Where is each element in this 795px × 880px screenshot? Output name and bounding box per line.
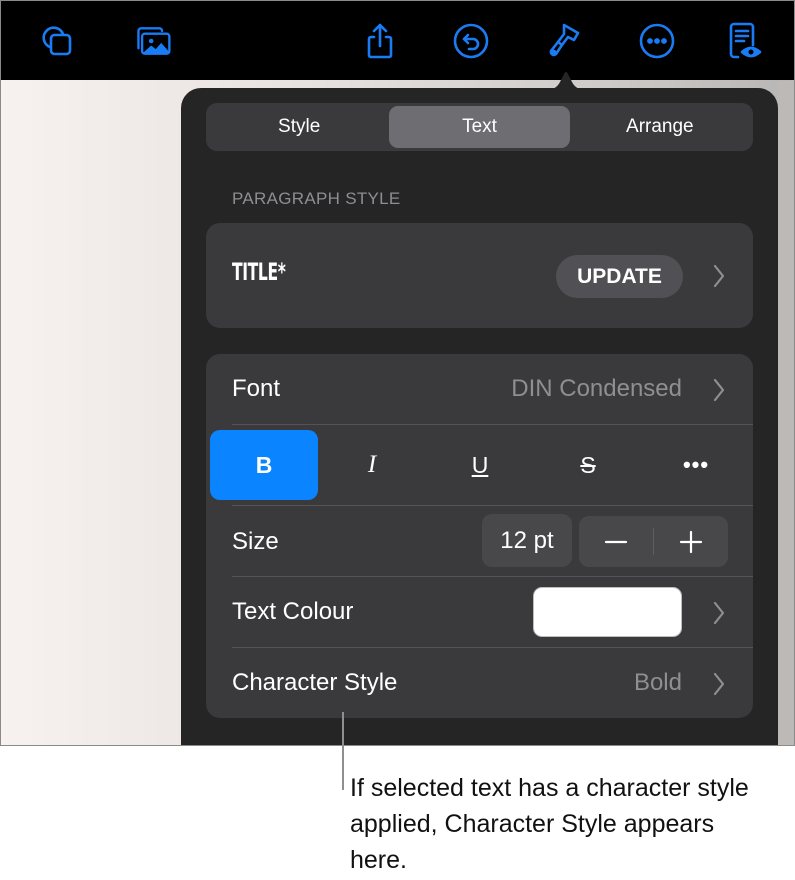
character-style-label: Character Style [232,669,398,696]
paragraph-style-name: TITLE* [232,258,286,286]
text-style-buttons: B I U S ••• [210,430,753,500]
toolbar [1,1,794,80]
chevron-right-icon [712,671,726,697]
share-icon [367,23,393,59]
shapes-button[interactable] [35,19,79,63]
size-label: Size [232,528,279,555]
underline-button[interactable]: U [426,430,534,500]
ellipsis-circle-icon [639,23,675,59]
chevron-right-icon [712,263,726,289]
paintbrush-icon [549,23,580,57]
increase-size-button[interactable] [654,516,728,567]
text-format-card: Font DIN Condensed B I U S ••• Size 12 p… [206,354,753,718]
more-button[interactable] [635,19,679,63]
font-row[interactable]: Font DIN Condensed [206,354,753,424]
character-style-value: Bold [633,669,682,696]
italic-button[interactable]: I [318,430,426,500]
shapes-icon [42,26,72,56]
format-tabs: Style Text Arrange [206,103,753,151]
update-style-button[interactable]: UPDATE [556,255,683,298]
undo-icon [453,23,489,59]
paragraph-style-heading: PARAGRAPH STYLE [232,189,401,208]
minus-icon [604,540,628,543]
strikethrough-button[interactable]: S [534,430,642,500]
frame-bottom-border [0,745,795,746]
font-label: Font [232,375,281,402]
chevron-right-icon [712,600,726,626]
tab-style[interactable]: Style [209,106,389,148]
document-eye-icon [729,22,762,59]
text-colour-label: Text Colour [232,598,354,625]
share-button[interactable] [358,19,402,63]
callout-line [342,712,344,790]
chevron-right-icon [712,377,726,403]
divider [232,424,753,425]
media-button[interactable] [131,19,175,63]
photo-gallery-icon [137,27,171,55]
format-button[interactable] [542,19,586,63]
format-popover: Style Text Arrange PARAGRAPH STYLE TITLE… [181,88,778,768]
font-value: DIN Condensed [511,375,682,402]
reading-view-button[interactable] [721,19,765,63]
plus-icon [679,530,703,553]
text-colour-swatch[interactable] [533,587,682,637]
popover-arrow [546,72,586,90]
document-edge [777,81,794,745]
tab-arrange[interactable]: Arrange [570,106,750,148]
character-style-row[interactable]: Character Style Bold [206,648,753,718]
bold-button[interactable]: B [210,430,318,500]
font-size-field[interactable]: 12 pt [482,514,572,567]
font-size-stepper [579,516,728,567]
callout-text: If selected text has a character style a… [350,774,749,874]
paragraph-style-row[interactable]: TITLE* UPDATE [206,223,753,328]
more-text-options-button[interactable]: ••• [642,430,750,500]
decrease-size-button[interactable] [579,516,653,567]
undo-button[interactable] [449,19,493,63]
tab-text[interactable]: Text [389,106,570,148]
